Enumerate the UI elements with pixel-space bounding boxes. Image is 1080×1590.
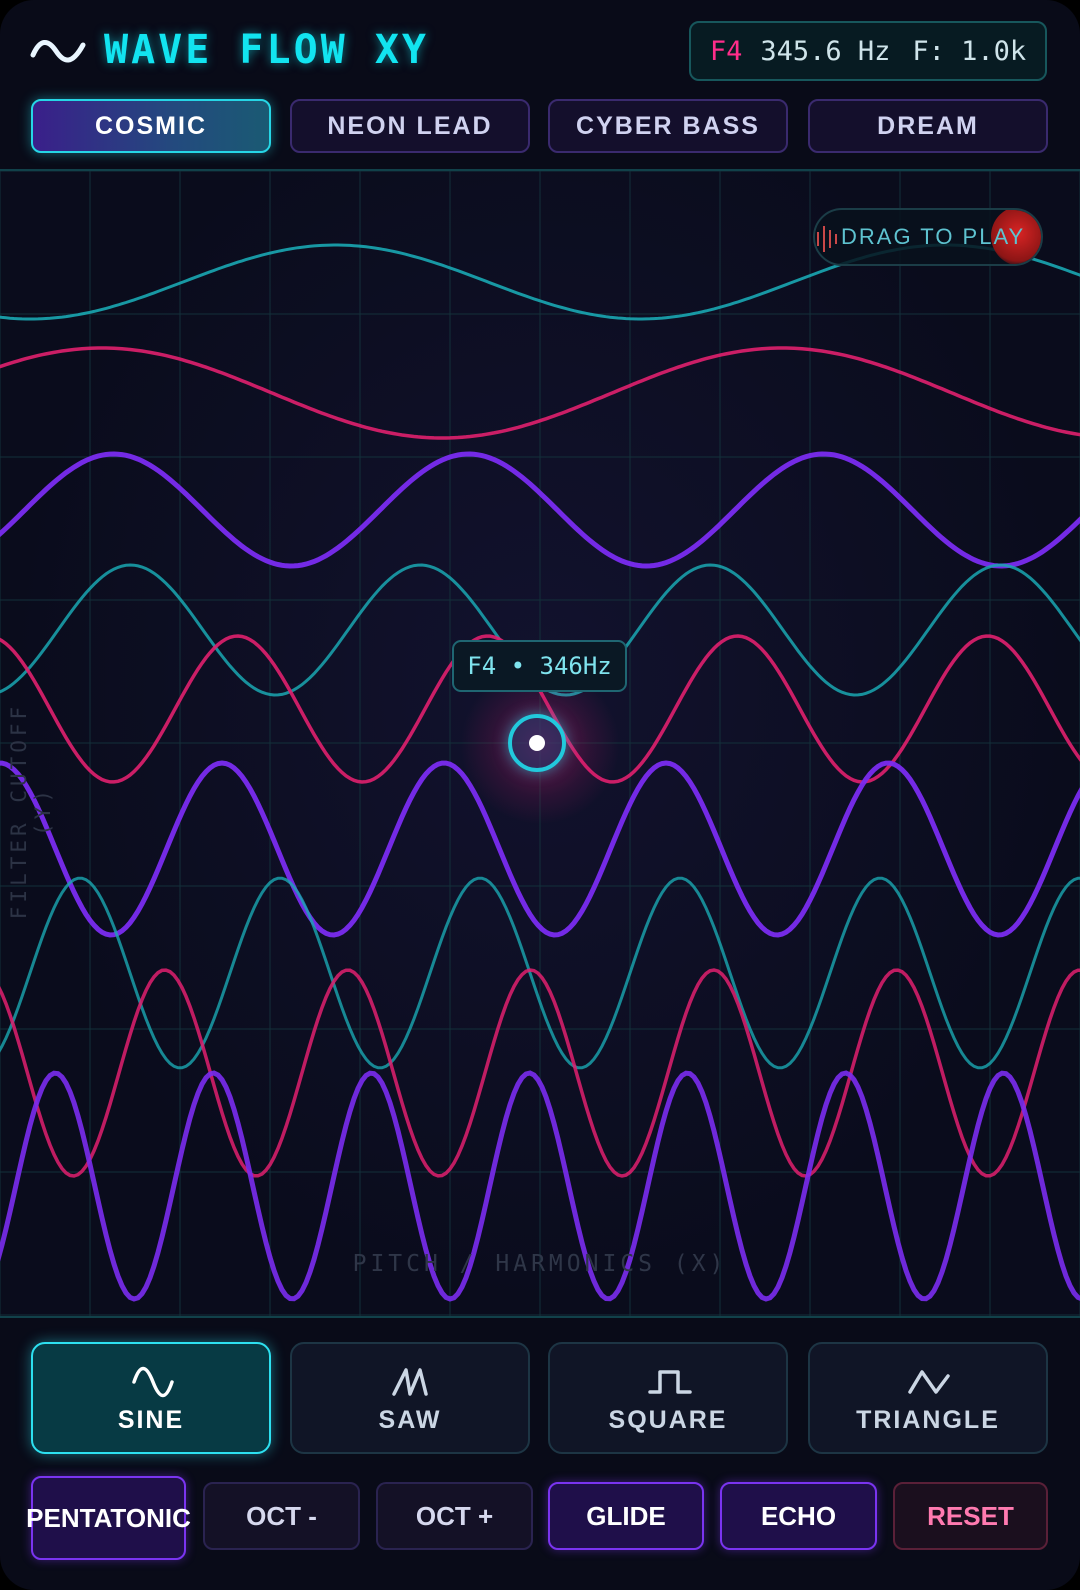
preset-cyber-bass[interactable]: CYBER BASS <box>548 99 788 153</box>
glide-toggle[interactable]: GLIDE <box>548 1482 704 1550</box>
waveform-square-button[interactable]: SQUARE <box>548 1342 788 1454</box>
pitch-readout: F4 345.6 Hz F: 1.0k <box>689 21 1047 81</box>
waveform-label: SINE <box>117 1406 185 1434</box>
sine-wave-icon <box>132 1366 174 1398</box>
waveform-line <box>0 451 1080 569</box>
readout-frequency: 345.6 Hz <box>760 35 891 67</box>
xy-cursor-dot <box>529 735 545 751</box>
drag-to-play-hint: DRAG TO PLAY <box>813 208 1043 266</box>
pentatonic-toggle[interactable]: PENTATONIC <box>26 1476 191 1560</box>
waveform-line <box>0 346 1080 440</box>
triangle-wave-icon <box>908 1370 950 1394</box>
xy-pad[interactable]: FILTER CUTOFF (Y) PITCH / HARMONICS (X) … <box>0 169 1080 1318</box>
echo-toggle[interactable]: ECHO <box>720 1482 877 1550</box>
drag-hint-text: DRAG TO PLAY <box>841 224 1026 249</box>
saw-wave-icon <box>392 1368 428 1396</box>
waveform-label: SQUARE <box>608 1406 728 1434</box>
level-bars-icon <box>817 226 837 252</box>
square-wave-icon <box>648 1370 692 1394</box>
waveform-triangle-button[interactable]: TRIANGLE <box>808 1342 1048 1454</box>
waveform-label: SAW <box>378 1406 442 1434</box>
x-axis-label: PITCH / HARMONICS (X) <box>352 1251 728 1277</box>
octave-down-button[interactable]: OCT - <box>203 1482 360 1550</box>
y-axis-label: FILTER CUTOFF (Y) <box>7 702 55 920</box>
waveform-saw-button[interactable]: SAW <box>290 1342 530 1454</box>
note-tooltip: F4 • 346Hz <box>452 640 627 692</box>
app-title: WAVE FLOW XY <box>104 27 429 73</box>
waveform-label: TRIANGLE <box>856 1406 1000 1434</box>
preset-neon-lead[interactable]: NEON LEAD <box>290 99 530 153</box>
preset-cosmic[interactable]: COSMIC <box>31 99 271 153</box>
reset-button[interactable]: RESET <box>893 1482 1048 1550</box>
readout-filter: F: 1.0k <box>912 35 1027 67</box>
waveform-sine-button[interactable]: SINE <box>31 1342 271 1454</box>
preset-dream[interactable]: DREAM <box>808 99 1048 153</box>
octave-up-button[interactable]: OCT + <box>376 1482 533 1550</box>
wave-logo-icon <box>30 40 86 63</box>
readout-note: F4 <box>709 35 743 67</box>
synth-app: WAVE FLOW XY F4 345.6 Hz F: 1.0k COSMIC … <box>0 0 1080 1590</box>
